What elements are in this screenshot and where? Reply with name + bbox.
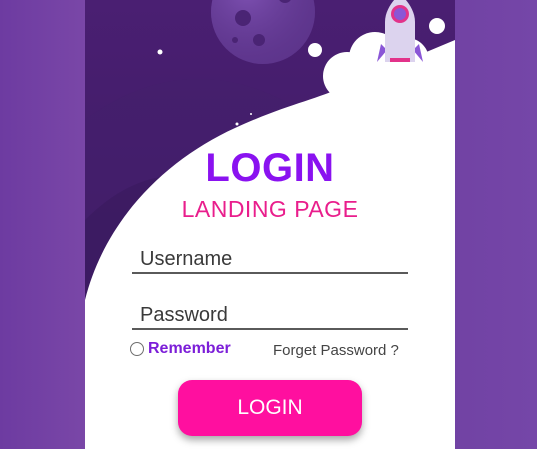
star-icon — [250, 113, 252, 115]
forgot-password-link[interactable]: Forget Password ? — [273, 342, 399, 359]
rocket-icon — [377, 0, 423, 62]
page-background: LOGIN LANDING PAGE Remember Forget Passw… — [0, 0, 537, 449]
page-subtitle: LANDING PAGE — [181, 196, 359, 222]
login-button[interactable]: LOGIN — [178, 380, 362, 436]
page-title: LOGIN — [205, 146, 335, 190]
remember-label: Remember — [148, 340, 231, 357]
star-icon — [235, 122, 239, 126]
planet-icon — [211, 0, 315, 64]
star-icon — [157, 49, 163, 55]
remember-radio[interactable] — [130, 342, 144, 356]
remember-option[interactable]: Remember — [130, 340, 231, 358]
username-input[interactable] — [132, 248, 408, 274]
password-input[interactable] — [132, 304, 408, 330]
